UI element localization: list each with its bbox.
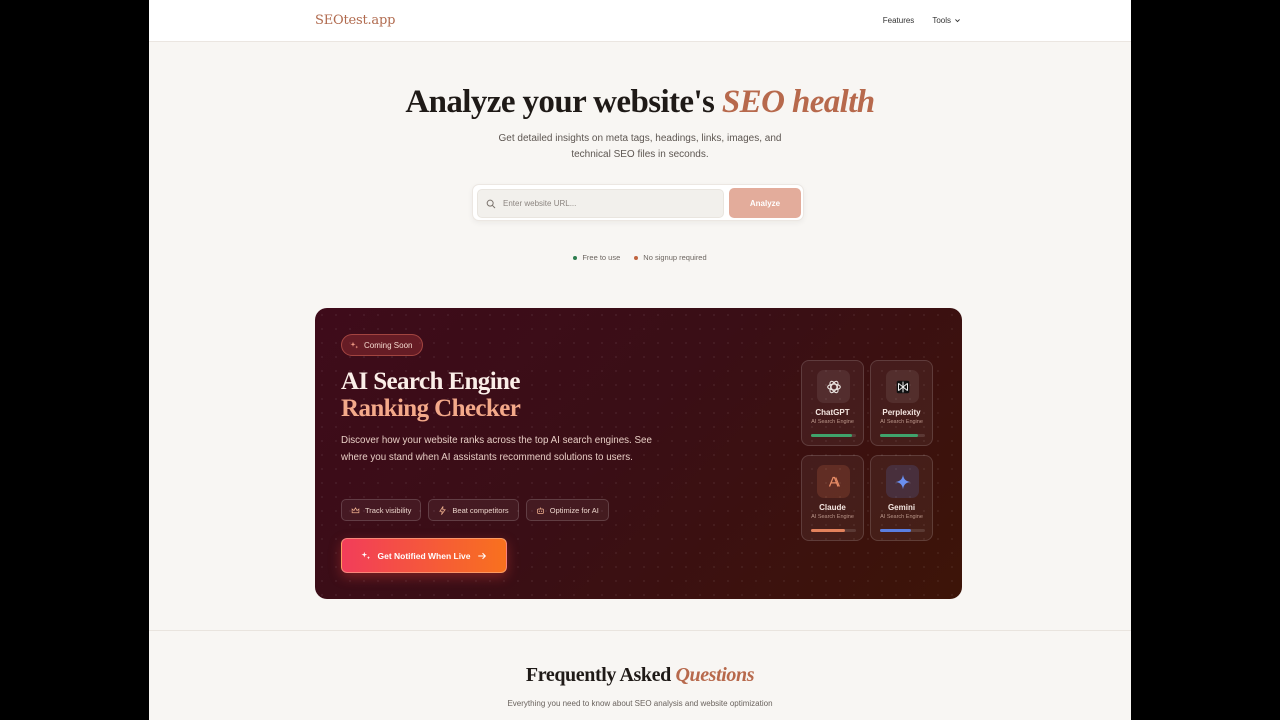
nav-tools-dropdown[interactable]: Tools xyxy=(932,16,961,25)
engine-type: AI Search Engine xyxy=(811,419,854,425)
engine-name: Gemini xyxy=(887,503,916,512)
chevron-down-icon xyxy=(955,19,960,23)
claude-icon xyxy=(828,476,840,487)
chip-track-visibility: Track visibility xyxy=(341,499,422,521)
hero-title-plain: Analyze your website's xyxy=(405,84,722,120)
hero-title-accent: SEO health xyxy=(721,84,875,120)
nav-features-label: Features xyxy=(882,16,915,25)
banner-description: Discover how your website ranks across t… xyxy=(341,435,652,463)
faq-subtitle: Everything you need to know about SEO an… xyxy=(507,699,773,708)
engine-type: AI Search Engine xyxy=(880,419,923,425)
section-divider xyxy=(149,630,1131,631)
ai-ranking-banner: Coming Soon AI Search Engine Ranking Che… xyxy=(315,308,962,599)
chip-optimize-ai-label: Optimize for AI xyxy=(549,505,599,515)
search-icon xyxy=(486,199,496,208)
engine-type: AI Search Engine xyxy=(811,514,854,520)
top-nav-bar: SEOtest.app Features Tools xyxy=(149,0,1131,42)
engine-progress-track xyxy=(811,434,856,437)
banner-title-line2: Ranking Checker xyxy=(341,395,521,422)
nav-tools-label: Tools xyxy=(932,16,951,25)
status-dot xyxy=(634,255,639,260)
engine-name: Claude xyxy=(819,503,846,512)
page: SEOtest.app Features Tools Analyze your … xyxy=(149,0,1131,720)
banner-title: AI Search Engine Ranking Checker xyxy=(341,368,521,422)
chatgpt-icon-wrap xyxy=(817,370,850,403)
engine-card-perplexity: Perplexity AI Search Engine xyxy=(870,360,933,446)
nav-features-link[interactable]: Features xyxy=(883,16,915,25)
engine-card-gemini: Gemini AI Search Engine xyxy=(870,455,933,541)
engine-progress-fill xyxy=(880,434,919,437)
sparkle-icon xyxy=(350,341,359,348)
perk-free-label: Free to use xyxy=(582,253,621,262)
chip-beat-competitors-label: Beat competitors xyxy=(452,505,509,515)
perplexity-icon xyxy=(896,380,909,393)
hero-subtitle: Get detailed insights on meta tags, head… xyxy=(498,133,782,160)
engine-card-claude: Claude AI Search Engine xyxy=(801,455,864,541)
coming-soon-label: Coming Soon xyxy=(364,340,413,350)
status-dot xyxy=(573,255,578,260)
sparkle-icon xyxy=(361,551,371,559)
feature-chips: Track visibility Beat competitors Optimi… xyxy=(341,499,609,521)
main-nav: Features Tools xyxy=(883,16,961,25)
gemini-icon xyxy=(895,474,910,489)
url-search-form: Analyze xyxy=(472,184,804,221)
faq-title-plain: Frequently Asked xyxy=(525,664,676,686)
coming-soon-badge: Coming Soon xyxy=(341,334,424,356)
chip-optimize-ai: Optimize for AI xyxy=(525,499,609,521)
engine-progress-track xyxy=(880,529,925,532)
engine-name: ChatGPT xyxy=(815,408,850,417)
get-notified-button[interactable]: Get Notified When Live xyxy=(341,538,507,573)
get-notified-label: Get Notified When Live xyxy=(377,550,471,561)
robot-icon xyxy=(536,507,544,514)
engine-progress-track xyxy=(811,529,856,532)
perks-row: Free to use No signup required xyxy=(149,253,1131,262)
engine-name: Perplexity xyxy=(882,408,921,417)
bolt-icon xyxy=(439,505,447,515)
openai-icon xyxy=(826,380,841,393)
gemini-icon-wrap xyxy=(886,465,919,498)
perk-free: Free to use xyxy=(573,253,620,262)
faq-title: Frequently Asked Questions xyxy=(149,664,1131,687)
crown-icon xyxy=(351,506,360,513)
engine-type: AI Search Engine xyxy=(880,514,923,520)
arrow-right-icon xyxy=(477,552,486,559)
engine-card-chatgpt: ChatGPT AI Search Engine xyxy=(801,360,864,446)
hero-title: Analyze your website's SEO health xyxy=(149,84,1131,121)
chip-track-visibility-label: Track visibility xyxy=(365,505,412,515)
analyze-button[interactable]: Analyze xyxy=(729,188,801,218)
faq-title-accent: Questions xyxy=(675,664,755,686)
engine-progress-fill xyxy=(880,529,911,532)
engine-progress-track xyxy=(880,434,925,437)
perplexity-icon-wrap xyxy=(886,370,919,403)
perk-no-signup-label: No signup required xyxy=(643,253,707,262)
claude-icon-wrap xyxy=(817,465,850,498)
site-logo[interactable]: SEOtest.app xyxy=(315,13,395,28)
perk-no-signup: No signup required xyxy=(634,253,707,262)
chip-beat-competitors: Beat competitors xyxy=(428,499,519,521)
url-input[interactable] xyxy=(503,199,713,208)
banner-title-line1: AI Search Engine xyxy=(341,368,520,395)
url-search-box xyxy=(477,189,724,218)
engine-progress-fill xyxy=(811,434,852,437)
engine-progress-fill xyxy=(811,529,845,532)
